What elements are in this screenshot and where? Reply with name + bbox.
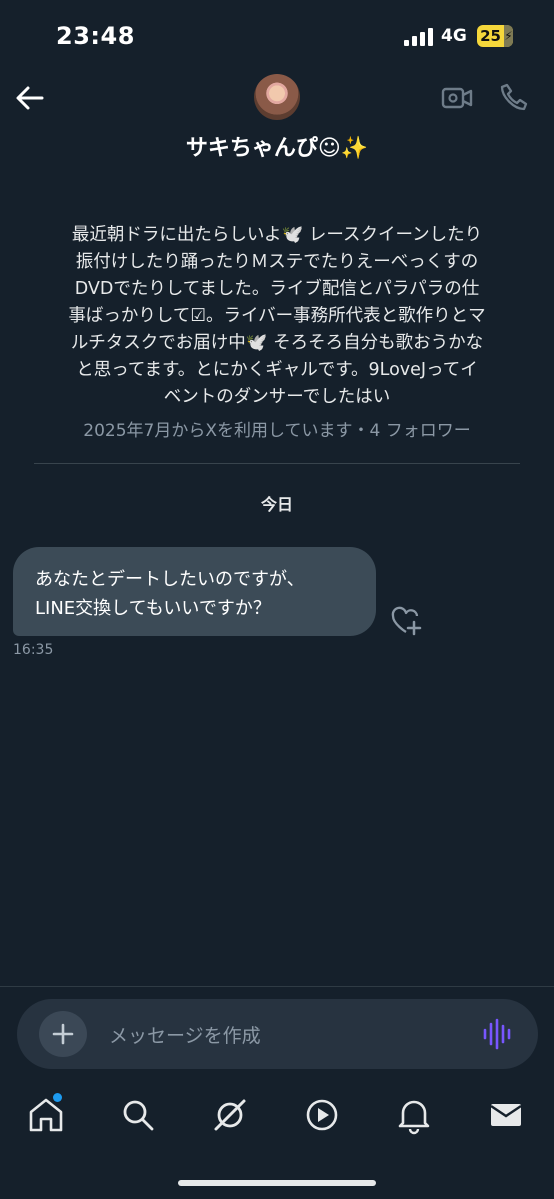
voice-message-icon[interactable] bbox=[482, 1017, 512, 1051]
network-type: 4G bbox=[441, 26, 467, 46]
notification-badge bbox=[53, 1093, 62, 1102]
add-reaction-icon[interactable] bbox=[390, 606, 422, 636]
messages-envelope-icon[interactable] bbox=[486, 1095, 526, 1135]
divider bbox=[34, 463, 520, 464]
charging-bolt-icon: ⚡ bbox=[504, 25, 513, 47]
cellular-signal-icon bbox=[404, 28, 434, 46]
message-input[interactable]: メッセージを作成 bbox=[109, 1021, 261, 1048]
video-play-icon[interactable] bbox=[302, 1095, 342, 1135]
message-composer[interactable]: メッセージを作成 bbox=[17, 999, 538, 1069]
day-label: 今日 bbox=[260, 495, 293, 514]
contact-name[interactable]: サキちゃんぴ☺✨ bbox=[0, 130, 554, 162]
plus-icon bbox=[52, 1023, 74, 1045]
battery-icon: 25 ⚡ bbox=[477, 25, 513, 47]
battery-level: 25 bbox=[480, 27, 501, 45]
grok-icon[interactable] bbox=[210, 1095, 250, 1135]
message-timestamp: 16:35 bbox=[13, 642, 54, 658]
phone-icon[interactable] bbox=[499, 82, 529, 112]
composer-divider bbox=[0, 986, 554, 987]
search-icon[interactable] bbox=[118, 1095, 158, 1135]
back-arrow-icon[interactable] bbox=[14, 82, 46, 114]
home-indicator[interactable] bbox=[178, 1180, 376, 1186]
message-bubble[interactable]: あなたとデートしたいのですが、 LINE交換してもいいですか？ bbox=[13, 547, 376, 636]
profile-meta: 2025年7月からXを利用しています・4 フォロワー bbox=[83, 421, 471, 441]
profile-bio: 最近朝ドラに出たらしいよ🕊️ レースクイーンしたり 振付けしたり踊ったりＭステで… bbox=[68, 225, 486, 407]
video-call-icon[interactable] bbox=[441, 84, 473, 112]
avatar[interactable] bbox=[254, 74, 300, 120]
status-time: 23:48 bbox=[56, 22, 135, 50]
add-attachment-button[interactable] bbox=[39, 1011, 87, 1057]
notifications-bell-icon[interactable] bbox=[394, 1095, 434, 1135]
